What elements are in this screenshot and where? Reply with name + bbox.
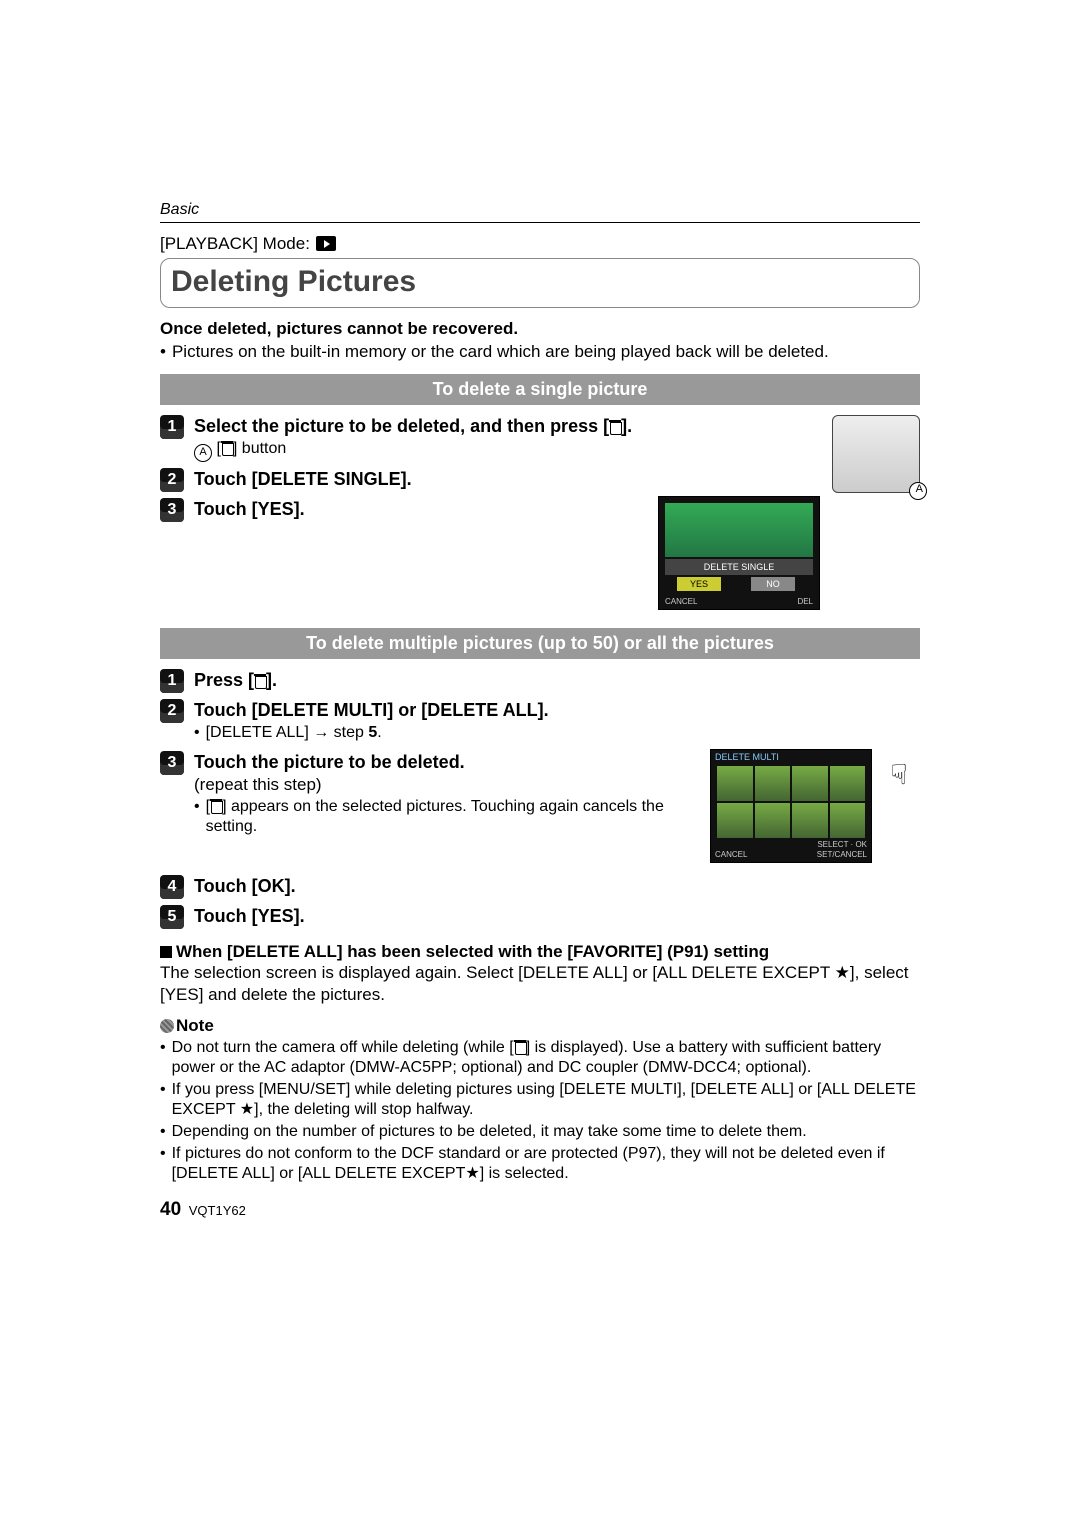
note-header: Note	[160, 1015, 920, 1036]
camera-figure	[832, 415, 920, 493]
step-number-5: 5	[160, 905, 184, 929]
trash-icon	[210, 799, 222, 813]
s1-step2-title: Touch [DELETE SINGLE].	[194, 468, 820, 491]
title-box: Deleting Pictures	[160, 258, 920, 308]
s2-step5-title: Touch [YES].	[194, 905, 920, 928]
screen-bar-label: DELETE SINGLE	[665, 559, 813, 575]
thumb	[717, 803, 753, 838]
step-number-2b: 2	[160, 699, 184, 723]
star-icon: ★	[835, 962, 850, 983]
screen-yes-btn: YES	[677, 577, 721, 591]
step-number-3b: 3	[160, 751, 184, 775]
section-bar-single: To delete a single picture	[160, 374, 920, 405]
note-2: • If you press [MENU/SET] while deleting…	[160, 1080, 920, 1120]
multi-bottom2: SELECT · OK	[715, 840, 867, 850]
s2-step3-bullet: • [] appears on the selected pictures. T…	[194, 797, 698, 837]
s2-step3-title: Touch the picture to be deleted.	[194, 751, 698, 774]
thumb	[792, 766, 828, 801]
section-label: Basic	[160, 200, 920, 223]
note-4: • If pictures do not conform to the DCF …	[160, 1144, 920, 1184]
hand-icon: ☟	[878, 757, 920, 792]
thumb	[755, 803, 791, 838]
camera-illustration	[832, 415, 920, 493]
favorite-block: When [DELETE ALL] has been selected with…	[160, 941, 920, 1005]
screen-bottom-row: CANCEL DEL	[665, 597, 813, 607]
delete-single-screen: DELETE SINGLE YES NO CANCEL DEL	[658, 496, 820, 610]
step-number-2: 2	[160, 468, 184, 492]
favorite-body: The selection screen is displayed again.…	[160, 962, 920, 1005]
multi-bottom: CANCEL SET/CANCEL	[715, 850, 867, 860]
screen-figure-single: DELETE SINGLE YES NO CANCEL DEL	[658, 496, 820, 610]
s1-step2: 2 Touch [DELETE SINGLE].	[160, 468, 820, 492]
s1-step1: 1 Select the picture to be deleted, and …	[160, 415, 820, 462]
step-number-3: 3	[160, 498, 184, 522]
page-footer: 40 VQT1Y62	[160, 1198, 920, 1222]
s2-step3: 3 Touch the picture to be deleted. (repe…	[160, 751, 698, 839]
bullet-dot: •	[160, 341, 166, 362]
s2-step3-sub: (repeat this step)	[194, 774, 698, 795]
screen-no-btn: NO	[751, 577, 795, 591]
s1-step1-title: Select the picture to be deleted, and th…	[194, 415, 820, 438]
s1-step1-sub: A [] button	[194, 439, 820, 462]
page-title: Deleting Pictures	[171, 263, 909, 301]
notes-list: • Do not turn the camera off while delet…	[160, 1038, 920, 1184]
s2-step1-title: Press [].	[194, 669, 920, 692]
note-label: Note	[176, 1016, 214, 1035]
note-icon	[160, 1019, 174, 1033]
playback-icon	[316, 236, 336, 251]
s2-step2-bullet: • [DELETE ALL] → step 5.	[194, 723, 920, 743]
thumb	[792, 803, 828, 838]
section-bar-multi: To delete multiple pictures (up to 50) o…	[160, 628, 920, 659]
step-number-4: 4	[160, 875, 184, 899]
thumb	[830, 803, 866, 838]
circle-a-icon: A	[194, 444, 212, 462]
page-number: 40	[160, 1199, 181, 1220]
star-icon: ★	[240, 1100, 254, 1120]
step-number-1b: 1	[160, 669, 184, 693]
trash-icon	[254, 674, 266, 688]
playback-mode-row: [PLAYBACK] Mode:	[160, 233, 920, 254]
s1-step3-title: Touch [YES].	[194, 498, 646, 521]
warning-text: Once deleted, pictures cannot be recover…	[160, 318, 920, 339]
thumb	[717, 766, 753, 801]
s2-step4: 4 Touch [OK].	[160, 875, 920, 899]
s2-step2: 2 Touch [DELETE MULTI] or [DELETE ALL]. …	[160, 699, 920, 746]
screen-photo	[665, 503, 813, 557]
s2-step1: 1 Press [].	[160, 669, 920, 693]
s2-step4-title: Touch [OK].	[194, 875, 920, 898]
doc-code: VQT1Y62	[189, 1203, 246, 1218]
multi-grid	[717, 766, 865, 838]
manual-page: Basic [PLAYBACK] Mode: Deleting Pictures…	[160, 200, 920, 1222]
multi-header: DELETE MULTI	[715, 752, 779, 763]
playback-label: [PLAYBACK] Mode:	[160, 233, 310, 254]
star-icon: ★	[465, 1164, 479, 1184]
intro-bullet: • Pictures on the built-in memory or the…	[160, 341, 920, 362]
trash-icon	[609, 420, 621, 434]
step-number-1: 1	[160, 415, 184, 439]
multi-figure-wrap: DELETE MULTI CANCEL SET/CANCEL SELECT · …	[710, 749, 920, 863]
trash-icon	[221, 441, 233, 455]
s1-step3: 3 Touch [YES].	[160, 498, 646, 522]
thumb	[830, 766, 866, 801]
note-1: • Do not turn the camera off while delet…	[160, 1038, 920, 1078]
delete-multi-screen: DELETE MULTI CANCEL SET/CANCEL SELECT · …	[710, 749, 872, 863]
trash-icon	[514, 1040, 526, 1054]
favorite-heading: When [DELETE ALL] has been selected with…	[160, 941, 920, 962]
thumb	[755, 766, 791, 801]
intro-bullet-text: Pictures on the built-in memory or the c…	[172, 341, 829, 362]
note-3: • Depending on the number of pictures to…	[160, 1122, 920, 1142]
square-bullet-icon	[160, 946, 172, 958]
s2-step5: 5 Touch [YES].	[160, 905, 920, 929]
s2-step2-title: Touch [DELETE MULTI] or [DELETE ALL].	[194, 699, 920, 722]
